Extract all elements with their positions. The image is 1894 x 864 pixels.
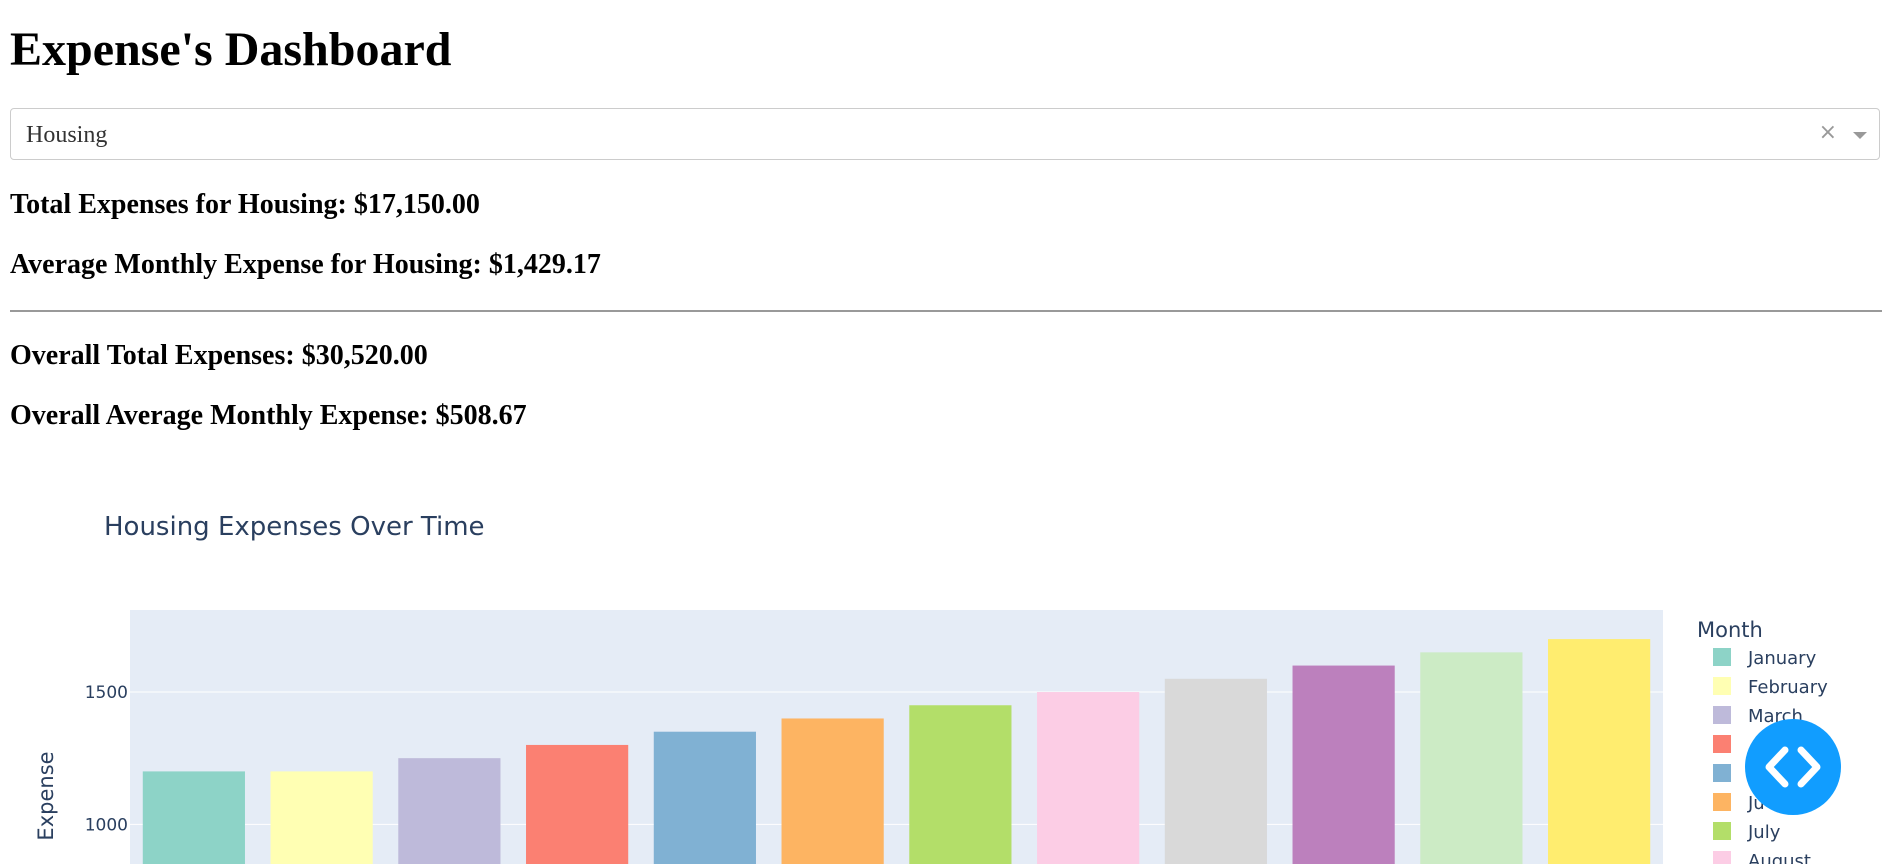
bar-april[interactable]	[526, 744, 629, 864]
y-axis-tick-labels: 1000 1500	[85, 683, 128, 835]
y-axis-label: Expense	[34, 751, 58, 840]
chart-title: Housing Expenses Over Time	[104, 512, 485, 542]
devtools-toggle-button[interactable]	[1745, 719, 1841, 815]
bar-september[interactable]	[1164, 678, 1267, 864]
bar-august[interactable]	[1037, 692, 1140, 864]
bar-march[interactable]	[398, 758, 501, 864]
legend-title: Month	[1697, 618, 1763, 642]
code-icon	[1765, 746, 1821, 788]
bar-june[interactable]	[781, 718, 884, 864]
bar-may[interactable]	[653, 731, 756, 864]
legend-label[interactable]: July	[1747, 822, 1781, 843]
legend-swatch[interactable]	[1713, 851, 1731, 864]
y-tick-label: 1000	[85, 815, 128, 835]
legend-swatch[interactable]	[1713, 677, 1731, 695]
legend-swatch[interactable]	[1713, 648, 1731, 666]
y-tick-label: 1500	[85, 683, 128, 703]
bar-january[interactable]	[142, 771, 245, 864]
bar-november[interactable]	[1420, 652, 1523, 864]
bar-december[interactable]	[1548, 639, 1651, 864]
bar-july[interactable]	[909, 705, 1012, 864]
legend-swatch[interactable]	[1713, 793, 1731, 811]
bar-february[interactable]	[270, 771, 373, 864]
legend-swatch[interactable]	[1713, 735, 1731, 753]
housing-expenses-chart: Housing Expenses Over Time 1000 1500 Expe…	[34, 512, 1828, 864]
legend-swatch[interactable]	[1713, 822, 1731, 840]
legend-swatch[interactable]	[1713, 764, 1731, 782]
legend-label[interactable]: February	[1748, 677, 1828, 698]
bar-october[interactable]	[1292, 665, 1395, 864]
legend-label[interactable]: August	[1748, 851, 1811, 864]
legend-label[interactable]: January	[1747, 648, 1817, 669]
legend-swatch[interactable]	[1713, 706, 1731, 724]
